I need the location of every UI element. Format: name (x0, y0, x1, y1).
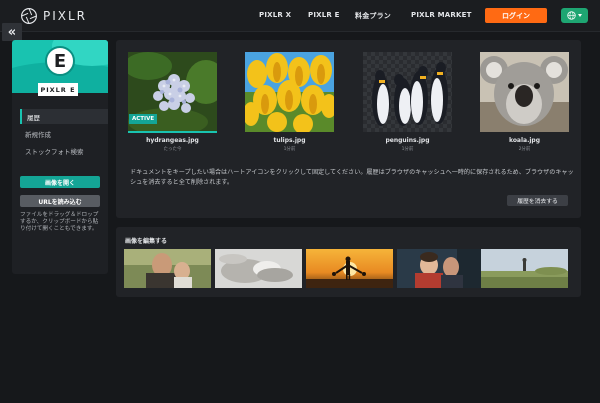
collapse-sidebar-button[interactable]: « (2, 23, 22, 41)
double-chevron-left-icon: « (7, 24, 17, 40)
pixlr-logo[interactable]: PIXLR (20, 7, 87, 25)
clear-history-button[interactable]: 履歴を消去する (507, 195, 568, 206)
brand-name: PIXLR (43, 9, 88, 23)
nav-pixlr-e[interactable]: PIXLR E (308, 11, 340, 19)
sidebar-item-history[interactable]: 履歴 (20, 109, 108, 124)
field-image (481, 249, 568, 288)
edit-photo-hands[interactable] (215, 249, 302, 288)
nav-pixlr-x[interactable]: PIXLR X (259, 11, 291, 19)
history-name-penguins: penguins.jpg (385, 137, 430, 144)
tulips-image (245, 52, 334, 132)
aperture-icon (21, 8, 37, 24)
edit-photo-child-man[interactable] (397, 249, 484, 288)
nav-pricing[interactable]: 料金プラン (355, 11, 391, 21)
chevron-down-icon (578, 14, 582, 17)
load-url-button[interactable]: URLを読み込む (20, 195, 100, 207)
drop-hint: ファイルをドラッグ＆ドロップするか、クリップボードから貼り付けて開くこともできま… (20, 212, 99, 232)
father-child-image (124, 249, 211, 288)
history-thumb-koala[interactable] (480, 52, 569, 132)
open-image-button[interactable]: 画像を開く (20, 176, 100, 188)
product-badge: PIXLR E (38, 83, 78, 96)
active-indicator (128, 131, 217, 133)
sunset-family-image (306, 249, 393, 288)
history-age-koala: 2分前 (518, 147, 531, 152)
top-bar: PIXLR PIXLR X PIXLR E 料金プラン PIXLR MARKET… (0, 0, 600, 32)
login-button[interactable]: ログイン (485, 8, 547, 23)
language-button[interactable] (561, 8, 588, 23)
edit-photo-sunset-family[interactable] (306, 249, 393, 288)
child-man-image (397, 249, 484, 288)
koala-image (480, 52, 569, 132)
history-name-tulips: tulips.jpg (273, 137, 306, 144)
history-name-koala: koala.jpg (508, 137, 541, 144)
globe-icon (567, 11, 576, 20)
nav-pixlr-market[interactable]: PIXLR MARKET (411, 11, 472, 19)
hands-image (215, 249, 302, 288)
history-thumb-penguins[interactable] (363, 52, 452, 132)
active-badge: ACTIVE (129, 114, 158, 124)
sidebar: E PIXLR E 履歴 新規作成 ストックフォト検索 (12, 40, 108, 274)
history-age-penguins: 1分前 (401, 147, 414, 152)
history-age-hydrangeas: たった今 (163, 147, 182, 152)
sidebar-item-new[interactable]: 新規作成 (20, 126, 108, 141)
edit-photo-father-child[interactable] (124, 249, 211, 288)
edit-images-title: 画像を編集する (125, 238, 168, 245)
history-name-hydrangeas: hydrangeas.jpg (146, 137, 199, 144)
history-info-text: ドキュメントをキープしたい場合はハートアイコンをクリックして固定してください。履… (130, 169, 574, 186)
edit-photo-field[interactable] (481, 249, 568, 288)
sidebar-item-stock-search[interactable]: ストックフォト検索 (20, 143, 108, 158)
history-age-tulips: 1分前 (283, 147, 296, 152)
penguins-image (363, 52, 452, 132)
history-thumb-tulips[interactable] (245, 52, 334, 132)
pixlr-e-logo: E (45, 46, 75, 76)
